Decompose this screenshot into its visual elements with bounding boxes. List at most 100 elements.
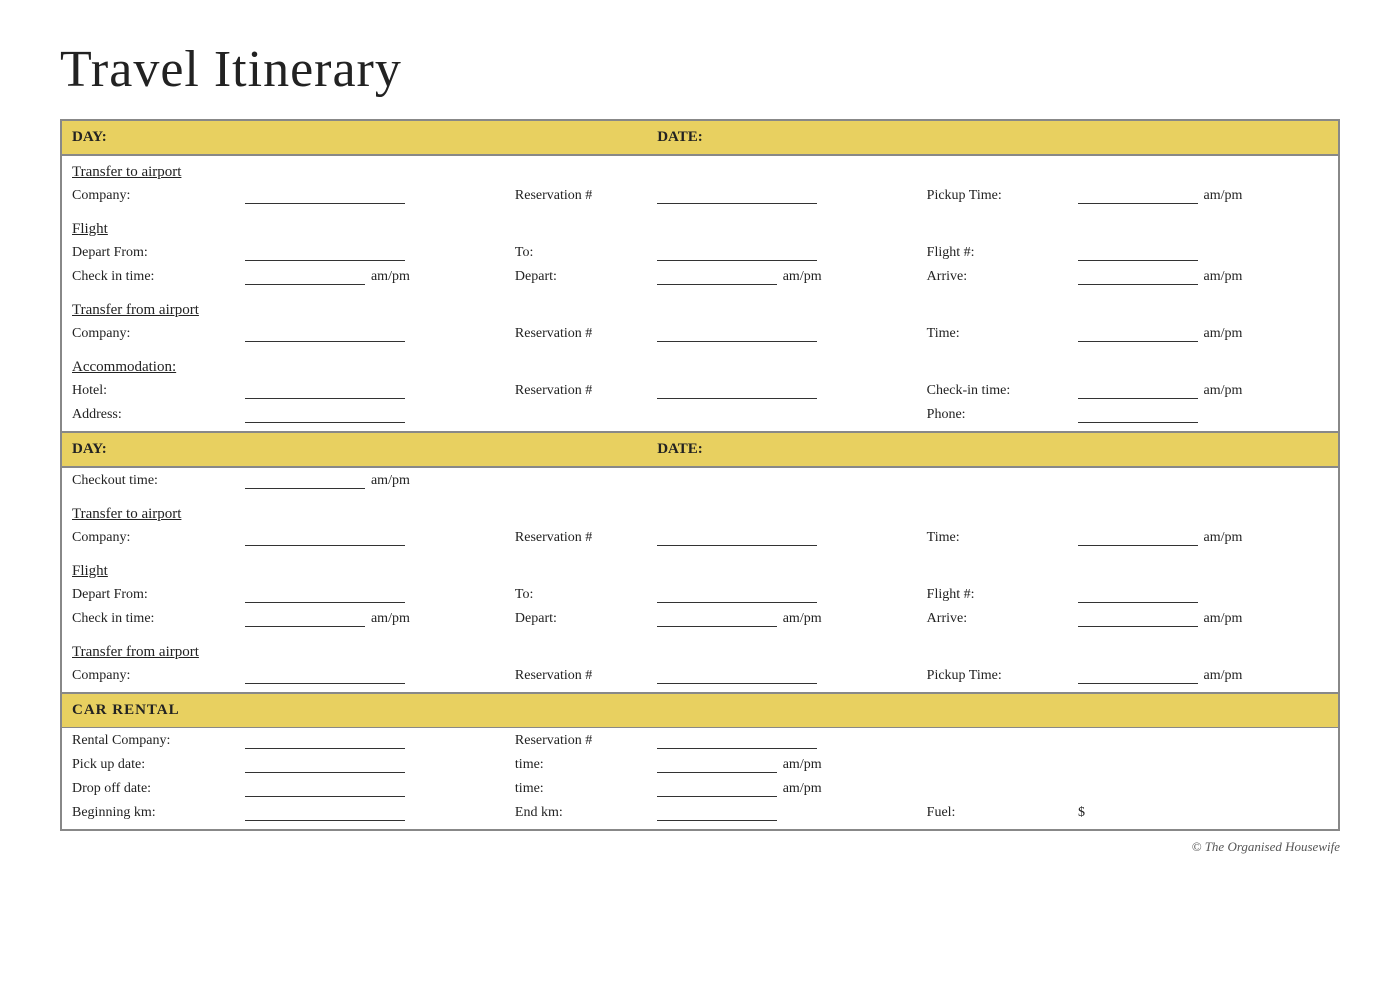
flight-title-1: Flight <box>61 213 1339 240</box>
transfer-from-airport-title-row-1: Transfer from airport <box>61 294 1339 321</box>
depart-field-1-cell: am/pm <box>647 264 916 288</box>
depart-from-field-2[interactable] <box>245 585 405 603</box>
flight-row1-1: Depart From: To: Flight #: <box>61 240 1339 264</box>
depart-ampm-2: am/pm <box>783 611 822 626</box>
pickup-time-field-2[interactable] <box>1078 666 1198 684</box>
flight-row1-2: Depart From: To: Flight #: <box>61 582 1339 606</box>
reservation-field-2-cell <box>647 321 916 345</box>
depart-field-2[interactable] <box>657 609 777 627</box>
flight-num-field-1[interactable] <box>1078 243 1198 261</box>
company-field-4[interactable] <box>245 666 405 684</box>
flight-num-field-2[interactable] <box>1078 585 1198 603</box>
pickup-time-field-2-cell: am/pm <box>1068 663 1339 687</box>
checkin-time-label-2: Check in time: <box>61 606 235 630</box>
address-field[interactable] <box>245 405 405 423</box>
day1-date-label: DATE: <box>657 129 703 145</box>
company-label-4: Company: <box>61 663 235 687</box>
arrive-label-2: Arrive: <box>917 606 1068 630</box>
checkin-time-hotel[interactable] <box>1078 381 1198 399</box>
dropoff-time-car-ampm: am/pm <box>783 781 822 796</box>
reservation-field-3-cell <box>647 378 916 402</box>
car-rental-header-row: CAR RENTAL <box>61 693 1339 728</box>
pickup-time-car-ampm: am/pm <box>783 757 822 772</box>
accommodation-title-row: Accommodation: <box>61 351 1339 378</box>
arrive-field-2-cell: am/pm <box>1068 606 1339 630</box>
reservation-label-4: Reservation # <box>505 525 647 549</box>
pickup-date-field[interactable] <box>245 755 405 773</box>
checkin-time-field-2[interactable] <box>245 609 365 627</box>
rental-company-label: Rental Company: <box>61 728 235 753</box>
accommodation-title: Accommodation: <box>61 351 1339 378</box>
flight-title-row-2: Flight <box>61 555 1339 582</box>
checkout-field[interactable] <box>245 471 365 489</box>
fuel-label: Fuel: <box>917 800 1068 824</box>
reservation-field-2[interactable] <box>657 324 817 342</box>
company-field-3-cell <box>235 525 504 549</box>
transfer-from-airport-title-row-2: Transfer from airport <box>61 636 1339 663</box>
beginning-km-label: Beginning km: <box>61 800 235 824</box>
reservation-field-5[interactable] <box>657 666 817 684</box>
car-reservation-field-cell <box>647 728 1339 753</box>
checkin-time-field-1[interactable] <box>245 267 365 285</box>
depart-from-label-2: Depart From: <box>61 582 235 606</box>
arrive-field-2[interactable] <box>1078 609 1198 627</box>
dropoff-date-field[interactable] <box>245 779 405 797</box>
phone-field[interactable] <box>1078 405 1198 423</box>
to-field-1-cell <box>647 240 916 264</box>
transfer-to-airport-data-row: Company: Reservation # Pickup Time: am/p… <box>61 183 1339 207</box>
address-field-cell <box>235 402 504 426</box>
pickup-date-label: Pick up date: <box>61 752 235 776</box>
day2-day-label: DAY: <box>72 441 107 457</box>
reservation-field-1-cell <box>647 183 916 207</box>
reservation-field-1[interactable] <box>657 186 817 204</box>
address-label: Address: <box>61 402 235 426</box>
pickup-time-label-2: Pickup Time: <box>917 663 1068 687</box>
hotel-label: Hotel: <box>61 378 235 402</box>
checkout-label: Checkout time: <box>61 467 235 492</box>
depart-ampm-1: am/pm <box>783 269 822 284</box>
depart-label-2: Depart: <box>505 606 647 630</box>
company-field-2[interactable] <box>245 324 405 342</box>
rental-company-field[interactable] <box>245 731 405 749</box>
pickup-date-field-cell <box>235 752 504 776</box>
car-rental-row2: Pick up date: time: am/pm <box>61 752 1339 776</box>
day1-date-cell: DATE: <box>647 120 1339 155</box>
car-reservation-field[interactable] <box>657 731 817 749</box>
company-field-4-cell <box>235 663 504 687</box>
time-field-1[interactable] <box>1078 324 1198 342</box>
flight-num-label-1: Flight #: <box>917 240 1068 264</box>
transfer-to-airport-row-2: Company: Reservation # Time: am/pm <box>61 525 1339 549</box>
transfer-to-airport-title-row: Transfer to airport <box>61 155 1339 183</box>
itinerary-table: DAY: DATE: Transfer to airport Company: … <box>60 119 1340 831</box>
phone-label: Phone: <box>917 402 1068 426</box>
pickup-time-field[interactable] <box>1078 186 1198 204</box>
to-label-2: To: <box>505 582 647 606</box>
arrive-field-1[interactable] <box>1078 267 1198 285</box>
pickup-time-ampm: am/pm <box>1204 188 1243 203</box>
transfer-from-airport-title-1: Transfer from airport <box>61 294 1339 321</box>
beginning-km-field[interactable] <box>245 803 405 821</box>
checkin-time-label-1: Check in time: <box>61 264 235 288</box>
depart-field-1[interactable] <box>657 267 777 285</box>
beginning-km-field-cell <box>235 800 504 824</box>
to-field-1[interactable] <box>657 243 817 261</box>
hotel-field[interactable] <box>245 381 405 399</box>
page-title: Travel Itinerary <box>60 40 1340 99</box>
end-km-field[interactable] <box>657 803 777 821</box>
depart-from-field-1[interactable] <box>245 243 405 261</box>
car-rental-row4: Beginning km: End km: Fuel: $ <box>61 800 1339 824</box>
rental-company-field-cell <box>235 728 504 753</box>
time-field-2[interactable] <box>1078 528 1198 546</box>
reservation-field-4[interactable] <box>657 528 817 546</box>
reservation-field-3[interactable] <box>657 381 817 399</box>
reservation-label-3: Reservation # <box>505 378 647 402</box>
dropoff-time-car-cell: am/pm <box>647 776 916 800</box>
dropoff-date-field-cell <box>235 776 504 800</box>
company-field-3[interactable] <box>245 528 405 546</box>
pickup-time-car-field[interactable] <box>657 755 777 773</box>
company-field[interactable] <box>245 186 405 204</box>
accommodation-row2: Address: Phone: <box>61 402 1339 426</box>
dropoff-time-car-field[interactable] <box>657 779 777 797</box>
day2-day-cell: DAY: <box>61 432 647 467</box>
to-field-2[interactable] <box>657 585 817 603</box>
